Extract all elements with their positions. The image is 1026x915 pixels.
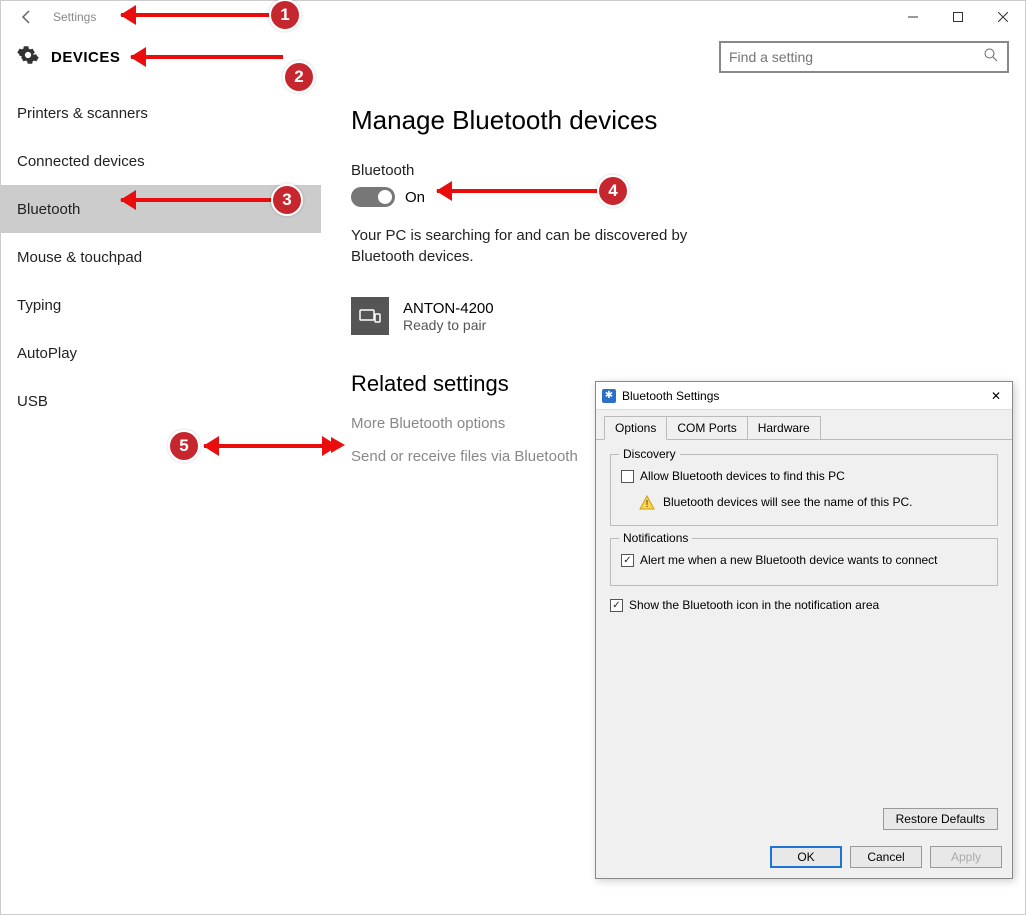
annotation-arrow: [437, 189, 597, 193]
section-title: DEVICES: [51, 49, 120, 66]
close-button[interactable]: [980, 1, 1025, 33]
sidebar-item-usb[interactable]: USB: [1, 377, 321, 425]
device-icon: [351, 297, 389, 335]
search-icon: [983, 47, 999, 68]
checkbox-alert-label: Alert me when a new Bluetooth device wan…: [640, 553, 938, 567]
header: DEVICES: [1, 33, 1025, 89]
minimize-button[interactable]: [890, 1, 935, 33]
restore-defaults-button[interactable]: Restore Defaults: [883, 808, 998, 830]
sidebar: Printers & scanners Connected devices Bl…: [1, 89, 321, 912]
gear-icon: [17, 44, 39, 71]
bluetooth-settings-dialog: ✱ Bluetooth Settings ✕ Options COM Ports…: [595, 381, 1013, 879]
dialog-titlebar: ✱ Bluetooth Settings ✕: [596, 382, 1012, 410]
back-button[interactable]: [11, 1, 43, 33]
sidebar-item-typing[interactable]: Typing: [1, 281, 321, 329]
checkbox-showicon-label: Show the Bluetooth icon in the notificat…: [629, 598, 879, 612]
apply-button[interactable]: Apply: [930, 846, 1002, 868]
device-status: Ready to pair: [403, 317, 494, 333]
callout-5: 5: [168, 430, 200, 462]
maximize-button[interactable]: [935, 1, 980, 33]
sidebar-item-autoplay[interactable]: AutoPlay: [1, 329, 321, 377]
sidebar-item-connected[interactable]: Connected devices: [1, 137, 321, 185]
toggle-state: On: [405, 189, 425, 206]
dialog-tabs: Options COM Ports Hardware: [596, 410, 1012, 440]
discovery-group: Discovery Allow Bluetooth devices to fin…: [610, 454, 998, 526]
sidebar-item-mouse[interactable]: Mouse & touchpad: [1, 233, 321, 281]
tab-hardware[interactable]: Hardware: [747, 416, 821, 439]
bluetooth-toggle[interactable]: [351, 187, 395, 207]
toggle-label: Bluetooth: [351, 162, 995, 179]
callout-3: 3: [271, 184, 303, 216]
checkbox-discovery-label: Allow Bluetooth devices to find this PC: [640, 469, 845, 483]
discovery-label: Discovery: [619, 447, 680, 461]
tab-comports[interactable]: COM Ports: [666, 416, 747, 439]
device-name: ANTON-4200: [403, 300, 494, 317]
search-box[interactable]: [719, 41, 1009, 73]
callout-4: 4: [597, 175, 629, 207]
ok-button[interactable]: OK: [770, 846, 842, 868]
checkbox-discovery[interactable]: [621, 470, 634, 483]
checkbox-showicon[interactable]: ✓: [610, 599, 623, 612]
notifications-group: Notifications ✓ Alert me when a new Blue…: [610, 538, 998, 586]
status-description: Your PC is searching for and can be disc…: [351, 225, 751, 267]
sidebar-item-printers[interactable]: Printers & scanners: [1, 89, 321, 137]
annotation-arrow: [204, 444, 337, 448]
device-row[interactable]: ANTON-4200 Ready to pair: [351, 297, 995, 335]
page-heading: Manage Bluetooth devices: [351, 105, 995, 136]
dialog-title: Bluetooth Settings: [622, 389, 719, 403]
callout-1: 1: [269, 0, 301, 31]
annotation-arrow: [121, 198, 271, 202]
warning-icon: !: [639, 495, 655, 511]
annotation-arrow: [131, 55, 283, 59]
callout-2: 2: [283, 61, 315, 93]
window-title: Settings: [53, 10, 96, 24]
annotation-arrow: [121, 13, 269, 17]
notifications-label: Notifications: [619, 531, 692, 545]
cancel-button[interactable]: Cancel: [850, 846, 922, 868]
svg-text:!: !: [646, 499, 649, 510]
checkbox-alert[interactable]: ✓: [621, 554, 634, 567]
titlebar: Settings: [1, 1, 1025, 33]
tab-options[interactable]: Options: [604, 416, 667, 440]
warning-text: Bluetooth devices will see the name of t…: [663, 495, 912, 509]
bluetooth-icon: ✱: [602, 389, 616, 403]
dialog-close-button[interactable]: ✕: [986, 389, 1006, 403]
search-input[interactable]: [729, 49, 983, 65]
